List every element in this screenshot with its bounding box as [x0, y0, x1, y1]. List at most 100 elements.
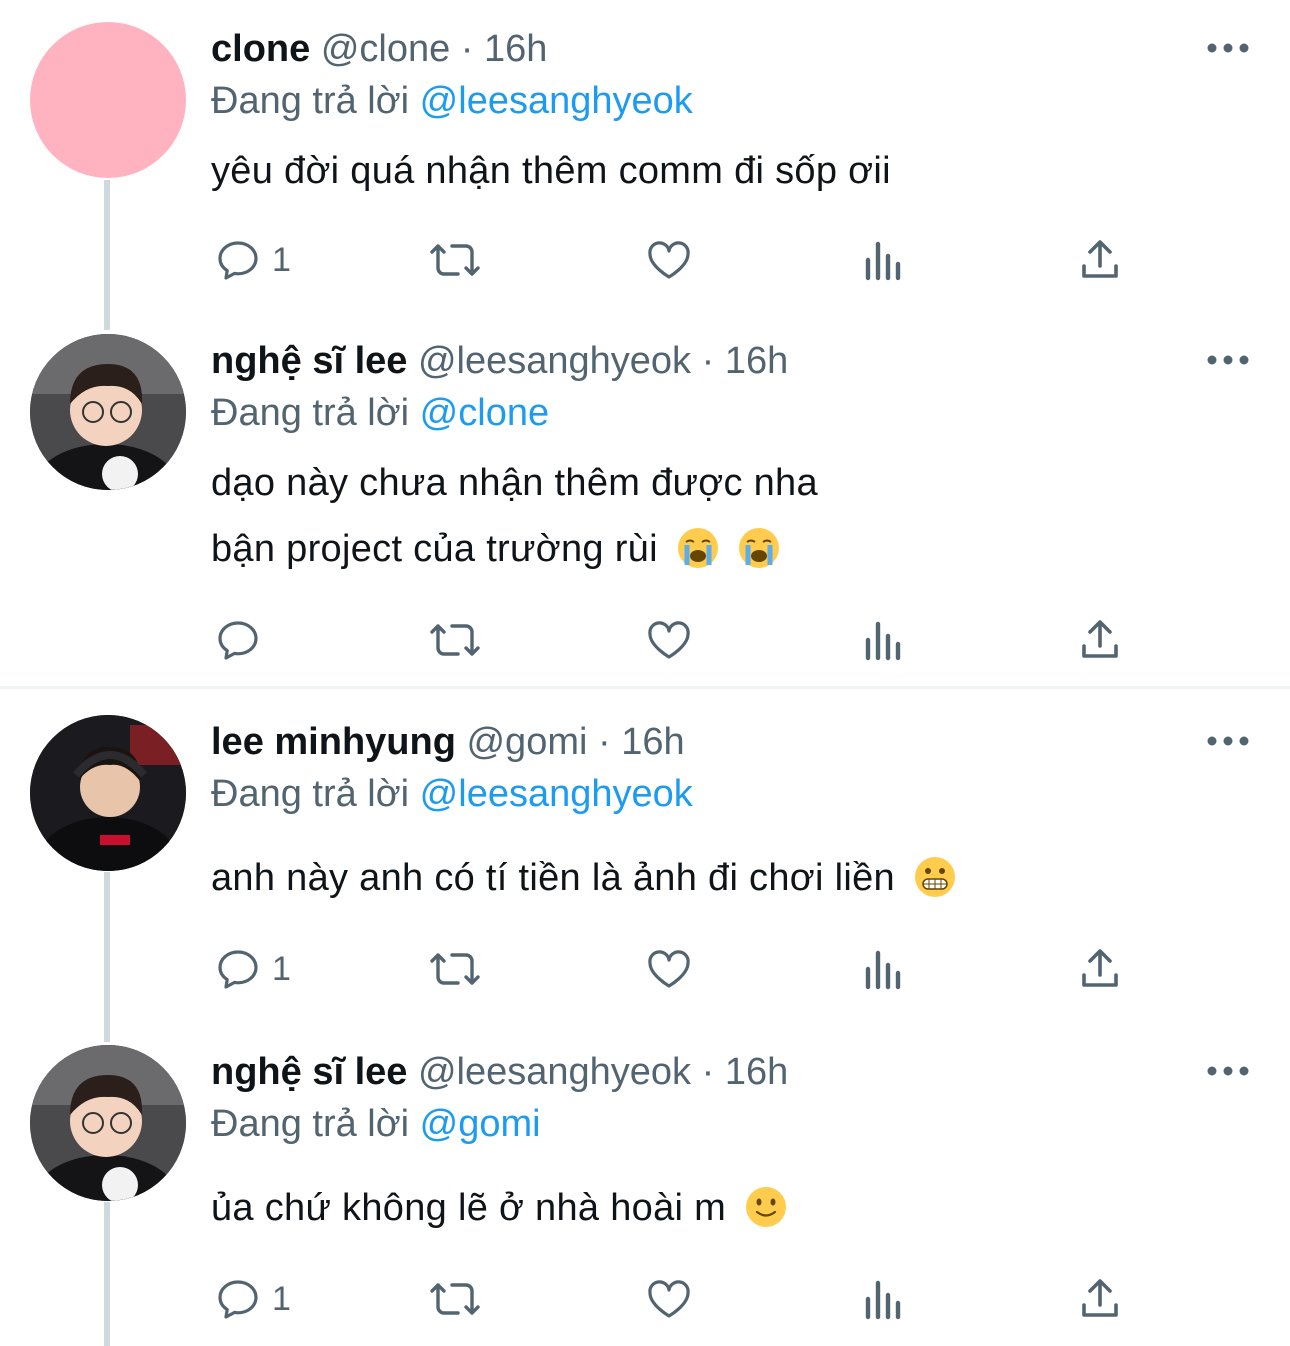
- retweet-icon: [430, 953, 480, 985]
- display-name[interactable]: clone: [211, 28, 310, 70]
- views-button[interactable]: [862, 612, 906, 668]
- share-icon: [1082, 1279, 1118, 1317]
- bar-chart-icon: [865, 621, 901, 661]
- grimacing-face-icon: [914, 857, 955, 897]
- avatar[interactable]: [30, 715, 186, 871]
- speech-bubble-icon: [218, 621, 258, 660]
- replying-to: Đang trả lời @leesanghyeok: [211, 78, 693, 124]
- replying-to: Đang trả lời @leesanghyeok: [211, 771, 693, 817]
- mention-link[interactable]: @leesanghyeok: [420, 80, 693, 122]
- reply-button[interactable]: 1: [214, 1271, 291, 1327]
- separator-dot: ·: [701, 1051, 715, 1093]
- share-button[interactable]: [1076, 941, 1124, 997]
- reply-button[interactable]: [214, 612, 272, 668]
- reply-count: 1: [272, 1279, 291, 1318]
- heart-icon: [648, 621, 690, 659]
- retweet-icon: [430, 624, 480, 656]
- like-button[interactable]: [644, 232, 694, 288]
- separator-dot: ·: [460, 28, 474, 70]
- reply-button[interactable]: 1: [214, 232, 291, 288]
- like-button[interactable]: [644, 941, 694, 997]
- replying-to-label: Đang trả lời: [211, 80, 410, 122]
- tweet-header: lee minhyung @gomi · 16h: [211, 719, 685, 765]
- reply-count: 1: [272, 949, 291, 988]
- avatar[interactable]: [30, 334, 186, 490]
- avatar-photo: [30, 334, 186, 490]
- replying-to: Đang trả lời @clone: [211, 390, 549, 436]
- separator-dot: ·: [701, 340, 715, 382]
- tweet-actions: 1: [0, 1271, 1290, 1327]
- speech-bubble-icon: [218, 1280, 258, 1319]
- user-handle[interactable]: @clone: [321, 28, 450, 70]
- conversation-separator: [0, 686, 1290, 689]
- display-name[interactable]: lee minhyung: [211, 721, 456, 763]
- user-handle[interactable]: @leesanghyeok: [418, 1051, 691, 1093]
- tweet-text-segment: bận project của trường rùi: [211, 528, 658, 570]
- tweet-text-line: dạo này chưa nhận thêm được nha: [211, 462, 818, 504]
- mention-link[interactable]: @gomi: [420, 1103, 541, 1145]
- mention-link[interactable]: @leesanghyeok: [420, 773, 693, 815]
- separator-dot: ·: [598, 721, 611, 763]
- share-button[interactable]: [1076, 612, 1124, 668]
- replying-to: Đang trả lời @gomi: [211, 1101, 541, 1147]
- display-name[interactable]: nghệ sĩ lee: [211, 1051, 407, 1093]
- more-dots-icon[interactable]: [1206, 34, 1250, 58]
- avatar-photo: [30, 715, 186, 871]
- more-dots-icon[interactable]: [1206, 346, 1250, 370]
- bar-chart-icon: [865, 950, 901, 990]
- views-button[interactable]: [862, 1271, 906, 1327]
- tweet-actions: 1: [0, 232, 1290, 288]
- display-name[interactable]: nghệ sĩ lee: [211, 340, 407, 382]
- user-handle[interactable]: @gomi: [466, 721, 587, 763]
- tweet-header: nghệ sĩ lee @leesanghyeok · 16h: [211, 338, 788, 384]
- slightly-smiling-face-icon: [745, 1187, 786, 1227]
- mention-link[interactable]: @clone: [420, 392, 549, 434]
- retweet-button[interactable]: [428, 941, 482, 997]
- tweet-text-line: bận project của trường rùi: [211, 516, 818, 582]
- retweet-icon: [430, 1283, 480, 1315]
- timestamp[interactable]: 16h: [484, 28, 547, 70]
- speech-bubble-icon: [218, 950, 258, 989]
- timestamp[interactable]: 16h: [621, 721, 684, 763]
- heart-icon: [648, 1280, 690, 1318]
- share-icon: [1082, 620, 1118, 658]
- views-button[interactable]: [862, 941, 906, 997]
- reply-button[interactable]: 1: [214, 941, 291, 997]
- retweet-button[interactable]: [428, 612, 482, 668]
- bar-chart-icon: [865, 241, 901, 281]
- like-button[interactable]: [644, 1271, 694, 1327]
- user-handle[interactable]: @leesanghyeok: [418, 340, 691, 382]
- tweet-text-line: ủa chứ không lẽ ở nhà hoài m: [211, 1187, 727, 1229]
- timestamp[interactable]: 16h: [725, 1051, 788, 1093]
- avatar-photo: [30, 1045, 186, 1201]
- bar-chart-icon: [865, 1280, 901, 1320]
- avatar[interactable]: [30, 22, 186, 178]
- loudly-crying-face-icon: [738, 528, 779, 568]
- replying-to-label: Đang trả lời: [211, 773, 410, 815]
- tweet-text: dạo này chưa nhận thêm được nha bận proj…: [211, 450, 818, 582]
- tweet-actions: 1: [0, 941, 1290, 997]
- more-dots-icon[interactable]: [1206, 1057, 1250, 1081]
- avatar[interactable]: [30, 1045, 186, 1201]
- retweet-button[interactable]: [428, 232, 482, 288]
- more-dots-icon[interactable]: [1206, 727, 1250, 751]
- tweet-text: anh này anh có tí tiền là ảnh đi chơi li…: [211, 845, 956, 911]
- retweet-icon: [430, 244, 480, 276]
- tweet-text-line: anh này anh có tí tiền là ảnh đi chơi li…: [211, 857, 895, 899]
- heart-icon: [648, 241, 690, 279]
- retweet-button[interactable]: [428, 1271, 482, 1327]
- replying-to-label: Đang trả lời: [211, 392, 410, 434]
- reply-count: 1: [272, 240, 291, 279]
- speech-bubble-icon: [218, 241, 258, 280]
- views-button[interactable]: [862, 232, 906, 288]
- tweet-text-line: yêu đời quá nhận thêm comm đi sốp ơii: [211, 150, 891, 192]
- like-button[interactable]: [644, 612, 694, 668]
- share-button[interactable]: [1076, 1271, 1124, 1327]
- share-button[interactable]: [1076, 232, 1124, 288]
- share-icon: [1082, 949, 1118, 987]
- tweet-text: ủa chứ không lẽ ở nhà hoài m: [211, 1175, 787, 1241]
- loudly-crying-face-icon: [677, 528, 718, 568]
- tweet-header: clone @clone · 16h: [211, 26, 547, 72]
- timestamp[interactable]: 16h: [725, 340, 788, 382]
- replying-to-label: Đang trả lời: [211, 1103, 410, 1145]
